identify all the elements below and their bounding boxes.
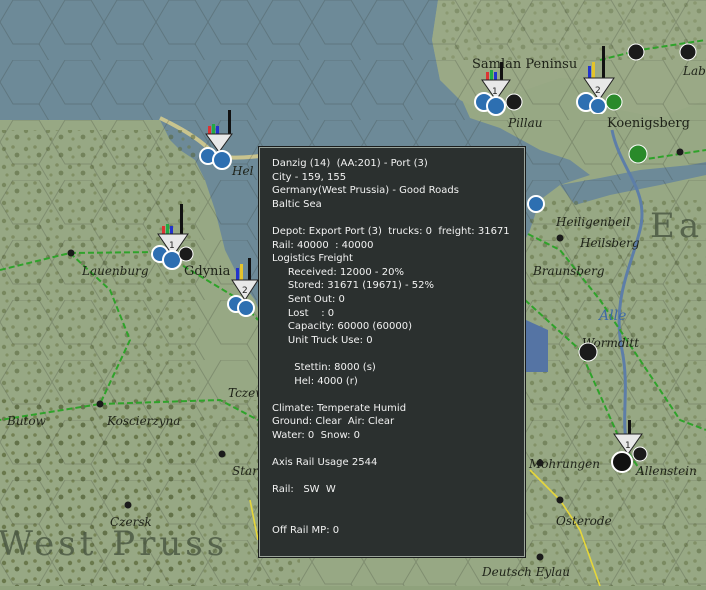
info-stored: Stored: 31671 (19671) - 52% (272, 280, 435, 292)
region-label-east: Ea (650, 206, 704, 246)
info-depot: Depot: Export Port (3) trucks: 0 freight… (272, 225, 510, 237)
unit-stack-gdynia[interactable]: 1 (146, 202, 196, 272)
marker-port-coast[interactable] (524, 190, 554, 220)
place-braunsberg: Braunsberg (533, 264, 605, 278)
info-sent-out: Sent Out: 0 (272, 293, 345, 305)
info-capacity: Capacity: 60000 (60000) (272, 321, 413, 333)
place-starg: Star (232, 464, 258, 478)
marker-wormditt[interactable] (574, 338, 604, 368)
port-hel[interactable] (196, 108, 242, 172)
marker-row-north[interactable] (626, 40, 706, 66)
region-label-west-prussia: West Pruss (0, 524, 229, 564)
unit-stack-samland[interactable]: 1 (470, 60, 526, 120)
unit-stack-danzig[interactable]: 2 (226, 256, 260, 326)
unit-count-gdynia: 1 (169, 241, 175, 251)
info-received: Received: 12000 - 20% (272, 266, 404, 278)
info-stettin: Stettin: 8000 (s) (272, 361, 376, 373)
place-labiau: Lab (683, 64, 706, 78)
info-sea: Baltic Sea (272, 198, 322, 210)
river-label-alle: Alle (599, 308, 627, 324)
unit-count-danzig: 2 (242, 286, 248, 296)
info-climate: Climate: Temperate Humid (272, 402, 407, 414)
info-hel: Hel: 4000 (r) (272, 375, 358, 387)
info-ground-air: Ground: Clear Air: Clear (272, 416, 395, 428)
info-rail-capacity: Rail: 40000 : 40000 (272, 239, 374, 251)
info-axis-rail-usage: Axis Rail Usage 2544 (272, 457, 378, 469)
place-koscierzyna: Koscierzyna (107, 414, 181, 428)
info-country: Germany(West Prussia) - Good Roads (272, 185, 459, 197)
unit-stack-koenigsberg[interactable]: 2 (570, 44, 626, 114)
place-koenigsberg: Koenigsberg (607, 116, 690, 131)
info-truck-use: Unit Truck Use: 0 (272, 334, 373, 346)
info-rail-directions: Rail: SW W (272, 484, 336, 496)
info-logistics-header: Logistics Freight (272, 253, 353, 265)
info-title: Danzig (14) (AA:201) - Port (3) (272, 158, 428, 169)
place-butow: Butow (7, 414, 46, 428)
place-mohrungen: Mohrungen (529, 457, 600, 471)
place-osterode: Osterode (556, 514, 612, 528)
unit-count-allenstein: 1 (625, 441, 631, 451)
unit-stack-allenstein[interactable]: 1 (606, 418, 652, 476)
place-heiligenbeil: Heiligenbeil (556, 215, 631, 229)
info-city: City - 159, 155 (272, 171, 347, 183)
info-off-rail-mp: Off Rail MP: 0 (272, 524, 340, 536)
unit-count-koenigsberg: 2 (595, 86, 601, 96)
place-heilsberg: Heilsberg (580, 236, 640, 250)
info-water-snow: Water: 0 Snow: 0 (272, 429, 360, 441)
marker-green[interactable] (624, 140, 654, 170)
unit-count-samland: 1 (492, 87, 498, 97)
place-lauenburg: Lauenburg (82, 264, 149, 278)
place-deutsch-eylau: Deutsch Eylau (482, 565, 570, 579)
hex-info-panel: Danzig (14) (AA:201) - Port (3) City - 1… (259, 147, 525, 557)
info-lost: Lost : 0 (272, 307, 335, 319)
